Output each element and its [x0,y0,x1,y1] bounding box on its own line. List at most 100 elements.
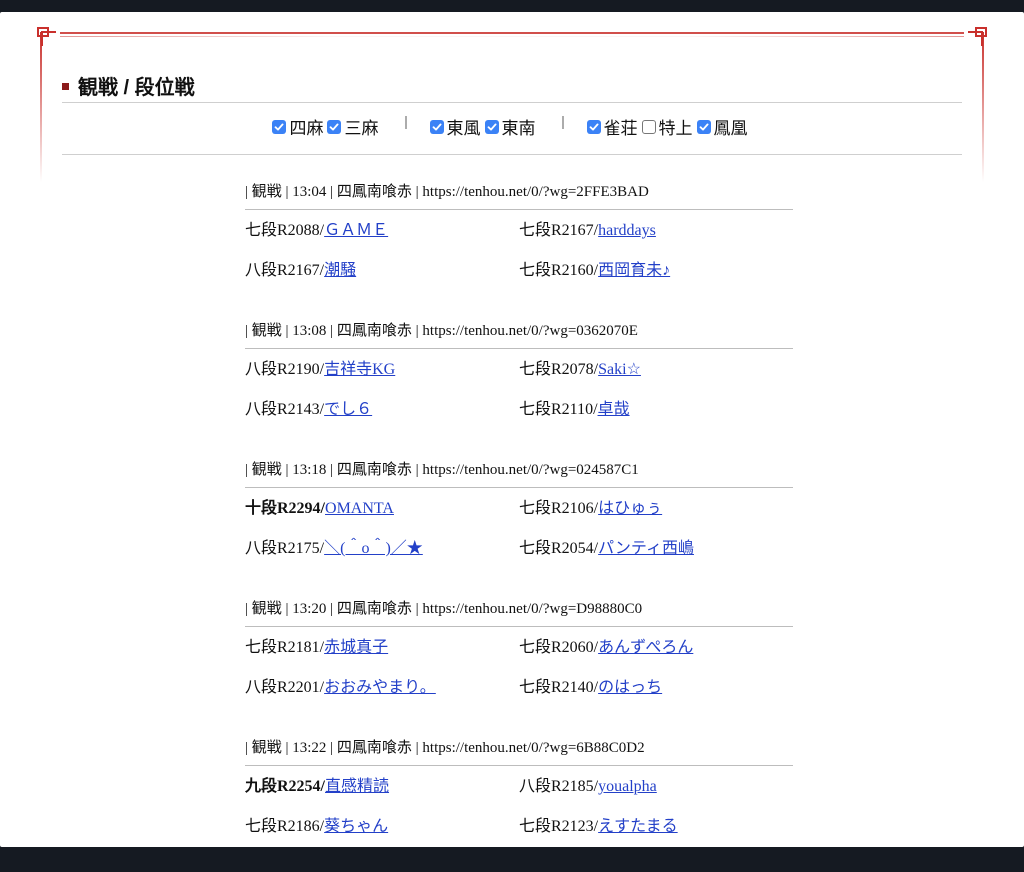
player-name-link[interactable]: 赤城真子 [324,639,388,656]
filter-group3-2[interactable]: 鳳凰 [696,114,748,139]
player-rank: 七段R2167/ [519,222,599,239]
player-name-link[interactable]: あんずぺろん [598,639,693,656]
player-rank: 七段R2123/ [519,818,599,835]
player-rank: 七段R2054/ [519,540,599,557]
filter-group1-1[interactable]: 三麻 [327,114,378,139]
checkbox-checked[interactable] [484,119,499,134]
player-rank: 八段R2190/ [245,361,325,378]
player-name-link[interactable]: 西岡育未♪ [598,262,670,279]
checkbox-checked[interactable] [429,119,444,134]
player-rank: 八段R2201/ [245,679,325,696]
filter-group2-0[interactable]: 東風 [429,114,481,139]
player-grid: 十段R2294/OMANTA 七段R2106/はひゅぅ 八段R2175/＼(＾o＾)… [245,488,793,568]
filter-label: 東南 [501,119,536,138]
frame-right-border [982,32,984,182]
player-entry: 九段R2254/直感精読 [245,766,519,806]
game-list: | 観戦 | 13:04 | 四鳳南喰赤 | https://tenhou.ne… [245,177,793,872]
game-entry: | 観戦 | 13:04 | 四鳳南喰赤 | https://tenhou.ne… [245,177,793,316]
game-header: | 観戦 | 13:20 | 四鳳南喰赤 | https://tenhou.ne… [245,594,793,627]
player-name-link[interactable]: ＧＡＭＥ [324,222,388,239]
player-rank: 七段R2110/ [519,401,598,418]
filter-label: 四麻 [289,119,324,138]
player-name-link[interactable]: Saki☆ [598,361,641,378]
frame-top-border [60,32,964,34]
player-name-link[interactable]: えすたまる [598,818,678,835]
player-rank: 八段R2143/ [245,401,325,418]
player-rank: 八段R2185/ [519,778,599,795]
player-name-link[interactable]: 卓哉 [598,401,630,418]
heading-bullet-icon [62,82,69,90]
player-name-link[interactable]: のはっち [598,679,662,696]
filter-label: 鳳凰 [713,119,748,138]
player-entry: 七段R2088/ＧＡＭＥ [245,210,519,250]
game-entry: | 観戦 | 13:08 | 四鳳南喰赤 | https://tenhou.ne… [245,316,793,455]
player-name-link[interactable]: はひゅぅ [598,500,662,517]
player-name-link[interactable]: パンティ西嶋 [598,540,694,557]
checkbox-checked[interactable] [272,119,287,134]
frame-corner-left-icon [37,27,56,46]
game-entry: | 観戦 | 13:18 | 四鳳南喰赤 | https://tenhou.ne… [245,455,793,594]
player-rank: 十段R2294/ [245,500,326,517]
player-entry: 七段R2167/harddays [519,210,793,250]
game-header: | 観戦 | 13:04 | 四鳳南喰赤 | https://tenhou.ne… [245,177,793,210]
player-name-link[interactable]: でし６ [324,401,372,418]
game-header: | 観戦 | 13:22 | 四鳳南喰赤 | https://tenhou.ne… [245,733,793,766]
checkbox-checked[interactable] [586,119,601,134]
player-rank: 七段R2160/ [519,262,599,279]
player-name-link[interactable]: OMANTA [325,500,394,517]
section-heading: 観戦 / 段位戦 [62,68,962,103]
checkbox-checked[interactable] [327,119,342,134]
player-rank: 九段R2254/ [245,778,326,795]
game-header: | 観戦 | 13:18 | 四鳳南喰赤 | https://tenhou.ne… [245,455,793,488]
filter-label: 雀荘 [603,119,638,138]
player-name-link[interactable]: 吉祥寺KG [324,361,395,378]
player-rank: 七段R2140/ [519,679,599,696]
player-rank: 七段R2181/ [245,639,325,656]
player-name-link[interactable]: 潮騒 [324,262,356,279]
player-entry: 七段R2110/卓哉 [519,389,793,429]
player-entry: 七段R2140/のはっち [519,667,793,707]
player-rank: 七段R2060/ [519,639,599,656]
page: 観戦 / 段位戦 四麻 三麻 | 東風 東南 | 雀荘 特上 鳳凰 | 観戦 | 13:04 |… [0,12,1024,847]
player-name-link[interactable]: 直感精読 [325,778,389,795]
player-entry: 七段R2160/西岡育未♪ [519,250,793,290]
player-name-link[interactable]: harddays [598,222,656,239]
player-grid: 九段R2254/直感精読 八段R2185/youalpha 七段R2186/葵ちゃん… [245,766,793,846]
filter-separator: | [561,114,565,130]
player-grid: 八段R2190/吉祥寺KG 七段R2078/Saki☆ 八段R2143/でし６ 七段R… [245,349,793,429]
filter-label: 東風 [446,119,481,138]
player-entry: 七段R2078/Saki☆ [519,349,793,389]
player-rank: 七段R2088/ [245,222,325,239]
player-entry: 八段R2190/吉祥寺KG [245,349,519,389]
filter-label: 特上 [658,119,693,138]
checkbox-checked[interactable] [696,119,711,134]
player-entry: 八段R2167/潮騒 [245,250,519,290]
frame-corner-right-icon [968,27,987,46]
player-entry: 七段R2106/はひゅぅ [519,488,793,528]
player-entry: 七段R2181/赤城真子 [245,627,519,667]
player-name-link[interactable]: おおみやまり。 [324,679,436,696]
checkbox-unchecked[interactable] [641,119,656,134]
player-rank: 八段R2167/ [245,262,325,279]
player-entry: 七段R2123/えすたまる [519,806,793,846]
game-entry: | 観戦 | 13:20 | 四鳳南喰赤 | https://tenhou.ne… [245,594,793,733]
game-entry: | 観戦 | 13:22 | 四鳳南喰赤 | https://tenhou.ne… [245,733,793,872]
filter-group1-0[interactable]: 四麻 [272,114,323,139]
player-rank: 七段R2106/ [519,500,599,517]
player-entry: 七段R2186/葵ちゃん [245,806,519,846]
player-name-link[interactable]: 葵ちゃん [324,818,388,835]
player-name-link[interactable]: youalpha [598,778,657,795]
player-rank: 八段R2175/ [245,540,325,557]
player-entry: 八段R2175/＼(＾o＾)／★ [245,528,519,568]
player-grid: 七段R2181/赤城真子 七段R2060/あんずぺろん 八段R2201/おおみやまり… [245,627,793,707]
player-rank: 七段R2078/ [519,361,599,378]
player-name-link[interactable]: ＼(＾o＾)／★ [324,540,423,557]
player-entry: 八段R2143/でし６ [245,389,519,429]
player-grid: 七段R2088/ＧＡＭＥ 七段R2167/harddays 八段R2167/潮騒 七段… [245,210,793,290]
player-entry: 七段R2054/パンティ西嶋 [519,528,793,568]
filter-group2-1[interactable]: 東南 [484,114,536,139]
player-entry: 八段R2201/おおみやまり。 [245,667,519,707]
filter-label: 三麻 [344,119,379,138]
filter-group3-1[interactable]: 特上 [641,114,693,139]
filter-group3-0[interactable]: 雀荘 [586,114,638,139]
